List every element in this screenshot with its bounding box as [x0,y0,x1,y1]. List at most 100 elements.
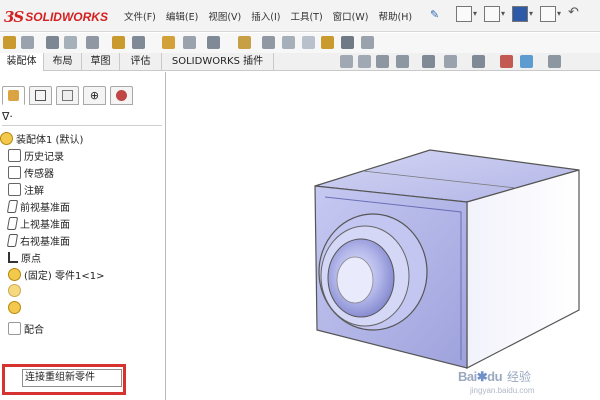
new-motion-study-icon[interactable] [207,36,220,49]
reference-geometry-icon[interactable] [183,36,196,49]
rename-input[interactable]: 连接重组新零件 [22,369,122,387]
tree-item-label: 注解 [24,186,44,197]
feature-manager-icon[interactable] [2,86,25,105]
tree-item-fixed-part[interactable]: (固定) 零件1<1> [8,266,104,283]
update-speedpak-icon[interactable] [321,36,334,49]
tab-evaluate[interactable]: 评估 [120,53,162,71]
watermark-text: 经验 [507,370,532,384]
graphics-viewport[interactable] [167,72,600,400]
dimxpert-icon[interactable]: ⊕ [83,86,106,105]
open-icon[interactable] [484,6,505,22]
pin-icon[interactable]: ✎ [430,8,439,21]
menu-edit[interactable]: 编辑(E) [166,9,198,23]
previous-view-icon[interactable] [376,55,389,68]
smart-fastener-icon[interactable] [86,36,99,49]
tree-item-label: 上视基准面 [20,220,70,231]
assembly-feature-icon[interactable] [162,36,175,49]
ds-logo-mark: 3S [4,8,24,26]
print-icon[interactable] [540,6,561,22]
main-menu: 文件(F) 编辑(E) 视图(V) 插入(I) 工具(T) 窗口(W) 帮助(H… [124,9,422,23]
tree-item-label: (固定) 零件1<1> [24,271,105,282]
zoom-to-fit-icon[interactable] [340,55,353,68]
large-assembly-icon[interactable] [361,36,374,49]
part-icon [8,268,21,281]
zoom-to-area-icon[interactable] [358,55,371,68]
panel-tabs: ⊕ [0,86,166,106]
tree-item-top-plane[interactable]: 上视基准面 [6,215,70,232]
show-hidden-icon[interactable] [132,36,145,49]
brand-name: SOLIDWORKS [25,10,108,24]
display-manager-icon[interactable] [110,86,133,105]
apply-scene-icon[interactable] [520,55,533,68]
move-component-icon[interactable] [112,36,125,49]
hide-show-items-icon[interactable] [472,55,485,68]
feature-manager-panel: ⊕ ∇· 装配体1 (默认) 历史记录 传感器 注解 前视基准面 上视基准面 右… [0,72,166,400]
tree-item-annotations[interactable]: 注解 [8,181,44,198]
menu-help[interactable]: 帮助(H) [378,9,412,23]
instant3d-icon[interactable] [302,36,315,49]
undo-icon[interactable]: ↶ [568,6,584,22]
new-document-icon[interactable] [456,6,477,22]
command-toolbar [0,33,600,53]
save-icon[interactable] [512,6,533,22]
bill-of-materials-icon[interactable] [238,36,251,49]
filter-icon[interactable]: ∇· [2,110,162,126]
mate-icon[interactable] [46,36,59,49]
view-settings-icon[interactable] [548,55,561,68]
watermark-url: jingyan.baidu.com [470,386,535,395]
menu-view[interactable]: 视图(V) [208,9,241,23]
tab-sketch[interactable]: 草图 [82,53,120,71]
new-part-icon[interactable] [21,36,34,49]
linear-pattern-icon[interactable] [64,36,77,49]
tree-item-right-plane[interactable]: 右视基准面 [6,232,70,249]
origin-icon [8,252,18,263]
plane-icon [6,200,19,213]
tree-item-label: 配合 [24,325,44,336]
display-style-icon[interactable] [444,55,457,68]
bore-hole [336,256,374,304]
title-menu-bar: 3S SOLIDWORKS 文件(F) 编辑(E) 视图(V) 插入(I) 工具… [0,0,600,32]
menu-window[interactable]: 窗口(W) [333,9,369,23]
history-icon [8,149,21,162]
mates-icon [8,322,21,335]
tab-layout[interactable]: 布局 [44,53,82,71]
plane-icon [6,217,19,230]
explode-line-sketch-icon[interactable] [282,36,295,49]
tree-item-label: 传感器 [24,169,54,180]
insert-component-icon[interactable] [3,36,16,49]
section-view-icon[interactable] [396,55,409,68]
tree-item-label: 原点 [21,254,41,265]
tree-item-label: 右视基准面 [20,237,70,248]
sensor-icon [8,166,21,179]
property-manager-icon[interactable] [29,86,52,105]
tab-solidworks-addins[interactable]: SOLIDWORKS 插件 [162,53,274,71]
tree-item-origin[interactable]: 原点 [8,249,41,266]
tree-item-front-plane[interactable]: 前视基准面 [6,198,70,215]
baidu-jingyan-watermark: Bai ✱ du 经验 [458,368,531,385]
paw-icon: ✱ [476,368,488,384]
view-orientation-icon[interactable] [422,55,435,68]
edit-appearance-icon[interactable] [500,55,513,68]
tree-item-label: 历史记录 [24,152,64,163]
tree-item-partial-hidden[interactable] [8,282,24,299]
assembly-icon [0,132,13,145]
tree-item-rename-part[interactable] [8,299,24,316]
menu-file[interactable]: 文件(F) [124,9,156,23]
tree-item-history[interactable]: 历史记录 [8,147,64,164]
plane-icon [6,234,19,247]
menu-tools[interactable]: 工具(T) [290,9,322,23]
take-snapshot-icon[interactable] [341,36,354,49]
tab-assembly[interactable]: 装配体 [0,53,44,71]
exploded-view-icon[interactable] [262,36,275,49]
tree-item-assembly[interactable]: 装配体1 (默认) [0,130,83,147]
solidworks-logo: 3S SOLIDWORKS [4,8,108,26]
configuration-manager-icon[interactable] [56,86,79,105]
tree-item-sensors[interactable]: 传感器 [8,164,54,181]
watermark-brand-suffix: du [487,369,503,384]
watermark-brand: Bai [458,369,477,384]
quick-access-toolbar: ↶ [456,6,584,22]
tree-item-mates[interactable]: 配合 [8,320,44,337]
tree-item-label: 装配体1 (默认) [16,135,84,146]
part-icon [8,284,21,297]
menu-insert[interactable]: 插入(I) [251,9,280,23]
